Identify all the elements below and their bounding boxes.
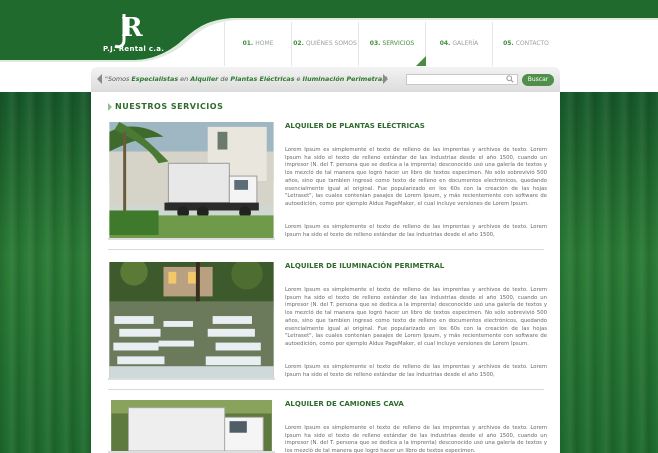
arrow-right-icon bbox=[383, 74, 388, 84]
arrow-left-icon bbox=[97, 74, 102, 84]
slogan-highlight: Iluminación Perimetral bbox=[302, 75, 385, 83]
nav-item-quienes-somos[interactable]: 02. QUIÉNES SOMOS bbox=[291, 22, 358, 66]
nav-item-label: GALERÍA bbox=[452, 40, 479, 47]
section-arrow-icon bbox=[108, 103, 112, 111]
slogan-text: en bbox=[178, 75, 191, 83]
nav-item-label: HOME bbox=[255, 40, 274, 47]
search-input[interactable] bbox=[406, 74, 518, 85]
slogan-search-bar: "Somos Especialistas en Alquiler de Plan… bbox=[91, 67, 560, 92]
nav-item-number: 05. bbox=[503, 40, 514, 47]
slogan-text: "Somos bbox=[105, 75, 132, 83]
nav-item-label: SERVICIOS bbox=[382, 40, 415, 47]
service-image-refrigerated-truck[interactable] bbox=[108, 400, 275, 453]
service-description: Lorem Ipsum es simplemente el texto de r… bbox=[285, 224, 547, 238]
nav-item-number: 03. bbox=[369, 40, 381, 47]
service-title: ALQUILER DE CAMIONES CAVA bbox=[285, 400, 404, 408]
service-divider bbox=[108, 389, 544, 390]
service-image-generator-truck[interactable] bbox=[108, 122, 275, 240]
service-description: Lorem Ipsum es simplemente el texto de r… bbox=[285, 287, 547, 347]
service-title: ALQUILER DE ILUMINACIÓN PERIMETRAL bbox=[285, 262, 445, 270]
nav-item-number: 04. bbox=[439, 40, 451, 47]
service-image-perimeter-lighting[interactable] bbox=[108, 262, 275, 380]
slogan-highlight: Alquiler bbox=[190, 75, 219, 83]
service-divider bbox=[108, 249, 544, 250]
slogan: "Somos Especialistas en Alquiler de Plan… bbox=[105, 75, 387, 83]
content-panel: NUESTROS SERVICIOS ALQUILER DE PLANTAS E… bbox=[91, 92, 560, 453]
main-nav: 01. HOME 02. QUIÉNES SOMOS 03. SERVICIOS… bbox=[224, 22, 559, 66]
slogan-highlight: Plantas Eléctricas bbox=[230, 75, 295, 83]
service-description: Lorem Ipsum es simplemente el texto de r… bbox=[285, 425, 547, 453]
brand-name: P.J. Rental c.a. bbox=[103, 45, 165, 53]
service-title: ALQUILER DE PLANTAS ELÉCTRICAS bbox=[285, 122, 425, 130]
nav-item-number: 01. bbox=[242, 40, 254, 47]
nav-item-servicios[interactable]: 03. SERVICIOS bbox=[358, 22, 425, 66]
section-title: NUESTROS SERVICIOS bbox=[115, 102, 224, 111]
active-nav-indicator bbox=[416, 56, 426, 66]
search-icon[interactable] bbox=[506, 75, 514, 83]
nav-item-home[interactable]: 01. HOME bbox=[224, 22, 291, 66]
service-description: Lorem Ipsum es simplemente el texto de r… bbox=[285, 364, 547, 378]
search-button[interactable]: Buscar bbox=[522, 74, 554, 86]
nav-item-label: CONTACTO bbox=[515, 40, 549, 47]
slogan-text: e bbox=[294, 75, 303, 83]
slogan-highlight: Especialistas bbox=[131, 75, 179, 83]
nav-item-number: 02. bbox=[293, 40, 304, 47]
nav-item-label: QUIÉNES SOMOS bbox=[305, 40, 357, 47]
service-description: Lorem Ipsum es simplemente el texto de r… bbox=[285, 147, 547, 207]
nav-item-galeria[interactable]: 04. GALERÍA bbox=[425, 22, 492, 66]
nav-item-contacto[interactable]: 05. CONTACTO bbox=[492, 22, 559, 66]
slogan-text: de bbox=[218, 75, 231, 83]
